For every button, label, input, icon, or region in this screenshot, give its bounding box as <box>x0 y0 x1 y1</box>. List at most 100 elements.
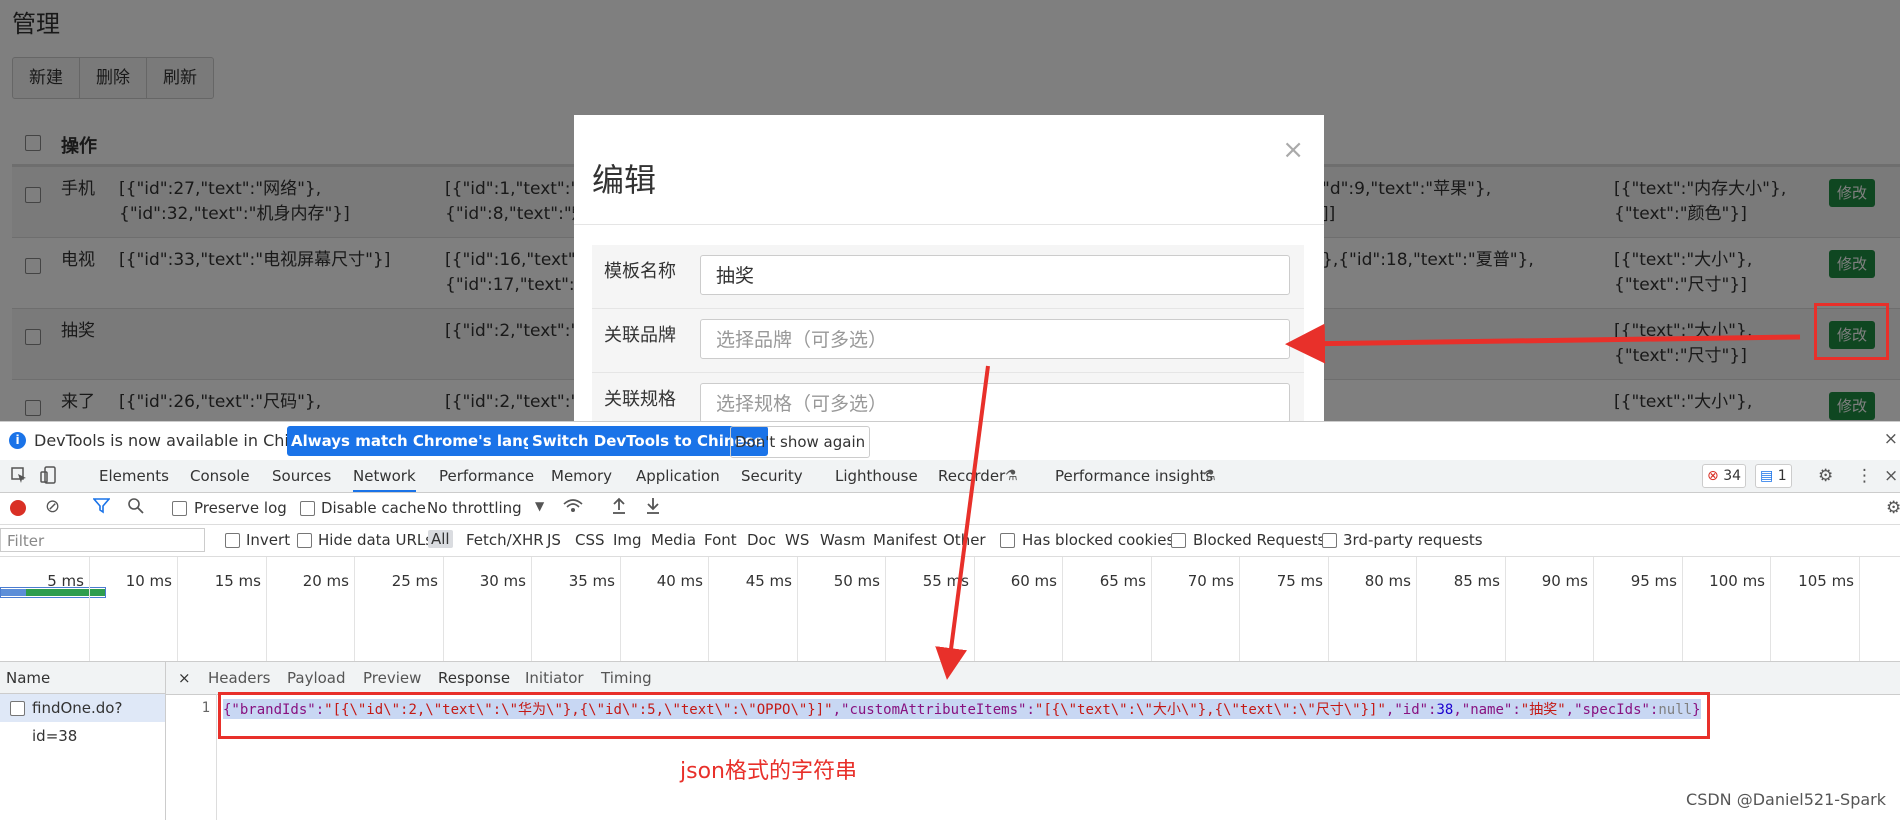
timeline-gridline <box>974 557 975 661</box>
timeline-tick-label: 5 ms <box>47 572 84 590</box>
filter-type-font[interactable]: Font <box>704 531 737 549</box>
filter-type-doc[interactable]: Doc <box>747 531 776 549</box>
document-icon <box>10 701 25 716</box>
tab-payload[interactable]: Payload <box>287 669 346 687</box>
gear-icon[interactable]: ⚙ <box>1818 466 1833 486</box>
record-icon[interactable] <box>10 500 26 516</box>
preserve-log-checkbox[interactable] <box>172 501 187 516</box>
clear-icon[interactable]: ⊘ <box>45 496 60 517</box>
timeline-tick-label: 15 ms <box>214 572 261 590</box>
hide-data-urls-label: Hide data URLs <box>318 531 434 549</box>
filter-type-manifest[interactable]: Manifest <box>873 531 937 549</box>
disable-cache-checkbox[interactable] <box>300 501 315 516</box>
filter-type-media[interactable]: Media <box>651 531 696 549</box>
timeline-tick-label: 40 ms <box>656 572 703 590</box>
close-icon[interactable]: × <box>1282 135 1304 165</box>
tab-memory[interactable]: Memory <box>551 467 612 485</box>
message-count: 1 <box>1777 468 1787 484</box>
timeline-gridline <box>1416 557 1417 661</box>
template-name-input[interactable]: 抽奖 <box>700 255 1290 295</box>
tab-elements[interactable]: Elements <box>99 467 169 485</box>
timeline-gridline <box>1770 557 1771 661</box>
tab-timing[interactable]: Timing <box>601 669 652 687</box>
detail-tabbar: × Headers Payload Preview Response Initi… <box>166 662 1900 695</box>
filter-type-js[interactable]: JS <box>547 531 561 549</box>
timeline-gridline <box>620 557 621 661</box>
tab-security[interactable]: Security <box>741 467 803 485</box>
filter-type-css[interactable]: CSS <box>575 531 605 549</box>
name-column-header[interactable]: Name <box>0 662 165 694</box>
invert-checkbox[interactable] <box>225 533 240 548</box>
tab-network[interactable]: Network <box>353 467 416 492</box>
filter-type-all[interactable]: All <box>428 530 453 548</box>
tab-preview[interactable]: Preview <box>363 669 421 687</box>
request-row[interactable]: findOne.do?id=38 <box>0 694 165 745</box>
tab-sources[interactable]: Sources <box>272 467 331 485</box>
search-icon[interactable] <box>127 497 144 519</box>
form-row-brand: 关联品牌 选择品牌（可多选） <box>592 309 1304 373</box>
inspect-element-icon[interactable] <box>10 466 28 489</box>
tab-initiator[interactable]: Initiator <box>525 669 584 687</box>
filter-type-img[interactable]: Img <box>613 531 642 549</box>
field-label: 关联规格 <box>604 389 676 410</box>
timeline-gridline <box>797 557 798 661</box>
hide-data-urls-checkbox[interactable] <box>297 533 312 548</box>
filter-type-wasm[interactable]: Wasm <box>820 531 866 549</box>
third-party-checkbox[interactable] <box>1322 533 1337 548</box>
tab-console[interactable]: Console <box>190 467 250 485</box>
tab-performance[interactable]: Performance <box>439 467 534 485</box>
network-filterbar: Filter Invert Hide data URLs All Fetch/X… <box>0 525 1900 557</box>
upload-icon[interactable] <box>611 497 627 520</box>
web-app: 管理 新建 删除 刷新 操作 手机 [{"id":27,"text":"网络"}… <box>0 0 1900 421</box>
tab-recorder[interactable]: Recorder <box>938 467 1005 485</box>
filter-type-ws[interactable]: WS <box>785 531 809 549</box>
timeline-tick-label: 55 ms <box>922 572 969 590</box>
tab-response[interactable]: Response <box>438 669 510 687</box>
close-icon[interactable]: × <box>1884 429 1898 449</box>
gear-icon[interactable]: ⚙ <box>1886 498 1900 518</box>
throttling-select[interactable]: No throttling <box>427 499 522 517</box>
chevron-down-icon[interactable]: ▼ <box>535 499 544 513</box>
more-options-icon[interactable]: ⋮ <box>1856 466 1873 486</box>
timeline-tick-label: 105 ms <box>1798 572 1854 590</box>
brand-select-input[interactable]: 选择品牌（可多选） <box>700 319 1290 359</box>
request-detail: × Headers Payload Preview Response Initi… <box>166 662 1900 820</box>
tab-performance-insights[interactable]: Performance insights <box>1055 467 1213 485</box>
blocked-cookies-checkbox[interactable] <box>1000 533 1015 548</box>
message-count-badge[interactable]: ▤ 1 <box>1755 464 1792 488</box>
timeline-tick-label: 30 ms <box>479 572 526 590</box>
spec-select-input[interactable]: 选择规格（可多选） <box>700 383 1290 421</box>
filter-input[interactable]: Filter <box>0 528 205 552</box>
network-conditions-icon[interactable] <box>563 497 583 520</box>
download-icon[interactable] <box>645 497 661 520</box>
error-count-badge[interactable]: ⊗ 34 <box>1702 464 1747 488</box>
blocked-requests-checkbox[interactable] <box>1171 533 1186 548</box>
filter-type-other[interactable]: Other <box>943 531 986 549</box>
tab-lighthouse[interactable]: Lighthouse <box>835 467 918 485</box>
blocked-cookies-label: Has blocked cookies <box>1022 531 1175 549</box>
request-name: findOne.do?id=38 <box>32 699 123 745</box>
devtools-panel: i DevTools is now available in Chinese! … <box>0 421 1900 820</box>
timeline-gridline <box>1859 557 1860 661</box>
filter-type-fetch[interactable]: Fetch/XHR <box>466 531 544 549</box>
dont-show-again-button[interactable]: Don't show again <box>730 426 871 458</box>
error-count: 34 <box>1723 468 1742 484</box>
close-icon[interactable]: × <box>178 669 191 687</box>
blocked-requests-label: Blocked Requests <box>1193 531 1326 549</box>
timeline-gridline <box>1328 557 1329 661</box>
filter-icon[interactable] <box>92 497 111 519</box>
annotation-box-edit-button <box>1814 303 1889 360</box>
device-toolbar-icon[interactable] <box>40 466 58 489</box>
timeline-gridline <box>1062 557 1063 661</box>
close-devtools-icon[interactable]: × <box>1884 466 1898 486</box>
tab-application[interactable]: Application <box>636 467 720 485</box>
timeline-tick-label: 35 ms <box>568 572 615 590</box>
flask-icon: ⚗ <box>1005 468 1018 484</box>
network-timeline[interactable]: 5 ms 10 ms 15 ms 20 ms 25 ms 30 ms 35 ms 40 ms 4… <box>0 557 1900 662</box>
request-area: Name findOne.do?id=38 × Headers Payload … <box>0 662 1900 820</box>
tab-headers[interactable]: Headers <box>208 669 270 687</box>
preserve-log-label: Preserve log <box>194 499 287 517</box>
timeline-gridline <box>885 557 886 661</box>
devtools-infobar: i DevTools is now available in Chinese! … <box>0 422 1900 461</box>
timeline-tick-label: 80 ms <box>1364 572 1411 590</box>
